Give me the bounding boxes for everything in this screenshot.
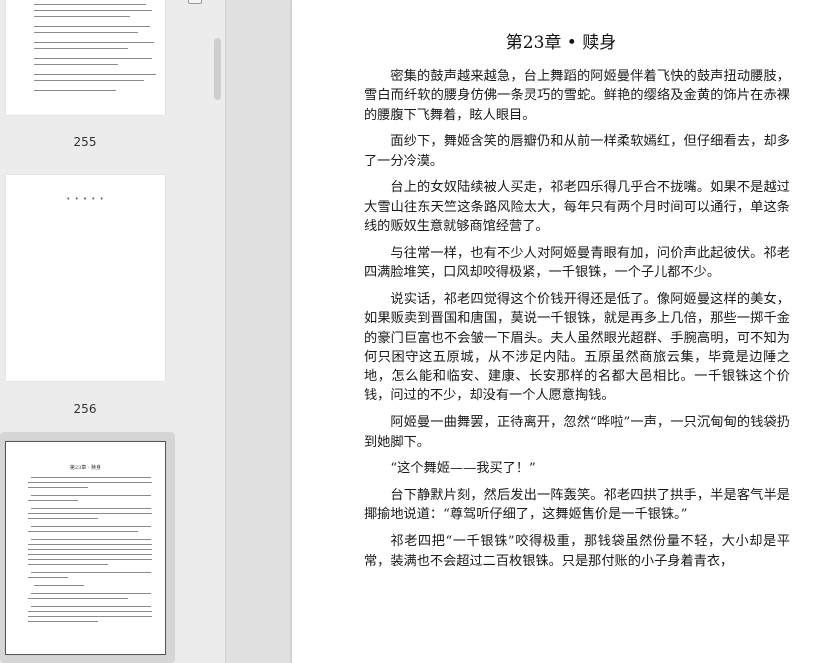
- thumbnail-page-255[interactable]: [6, 0, 165, 115]
- thumbnail-page-256[interactable]: • • • • •: [6, 175, 165, 381]
- paragraph: 面纱下，舞姬含笑的唇瓣仍和从前一样柔软嫣红，但仔细看去，却多了一分冷漠。: [364, 134, 790, 169]
- document-page: 第23章 • 赎身 密集的鼓声越来越急，台上舞蹈的阿姬曼伴着飞快的鼓声扭动腰肢，…: [292, 0, 830, 663]
- paragraph: 台上的女奴陆续被人买走，祁老四乐得几乎合不拢嘴。如果不是越过大雪山往东天竺这条路…: [364, 180, 790, 235]
- paragraph: 台下静默片刻，然后发出一阵轰笑。祁老四拱了拱手，半是客气半是揶揄地说道：“尊驾听…: [364, 488, 790, 523]
- thumbnail-page-current[interactable]: 第23章 · 赎身: [5, 441, 166, 655]
- pane-gutter: [225, 0, 293, 663]
- thumbnail-mini-title: 第23章 · 赎身: [69, 465, 102, 471]
- panel-toggle-icon[interactable]: [188, 0, 202, 4]
- thumbnail-card-256[interactable]: • • • • •: [0, 164, 175, 392]
- thumbnail-card-current[interactable]: 第23章 · 赎身: [0, 432, 175, 663]
- chapter-title: 第23章 • 赎身: [505, 33, 617, 53]
- paragraph: 阿姬曼一曲舞罢，正待离开，忽然“哗啦”一声，一只沉甸甸的钱袋扔到她脚下。: [364, 415, 790, 450]
- thumbnail-pane[interactable]: 255 • • • • • 256 第23章 · 赎身: [0, 0, 225, 663]
- chapter-body: 密集的鼓声越来越急，台上舞蹈的阿姬曼伴着飞快的鼓声扭动腰肢，雪白而纤软的腰身仿佛…: [364, 67, 790, 578]
- paragraph: 祁老四把“一千银铢”咬得极重，那钱袋虽然份量不轻，大小却是平常，装满也不会超过二…: [364, 534, 790, 569]
- thumbnail-scrollbar-thumb[interactable]: [214, 38, 221, 100]
- paragraph: 密集的鼓声越来越急，台上舞蹈的阿姬曼伴着飞快的鼓声扭动腰肢，雪白而纤软的腰身仿佛…: [364, 69, 790, 123]
- paragraph: “这个舞姬——我买了！”: [390, 461, 536, 477]
- paragraph: 与往常一样，也有不少人对阿姬曼青眼有加，问价声此起彼伏。祁老四满脸堆笑，口风却咬…: [364, 245, 790, 281]
- thumbnail-card-255[interactable]: [0, 0, 175, 125]
- thumbnail-page-number: 255: [73, 135, 97, 149]
- thumbnail-page-number: 256: [73, 402, 97, 416]
- thumbnail-separator-dots: • • • • •: [66, 195, 105, 203]
- paragraph: 说实话，祁老四觉得这个价钱开得还是低了。像阿姬曼这样的美女，如果贩卖到晋国和唐国…: [364, 291, 790, 404]
